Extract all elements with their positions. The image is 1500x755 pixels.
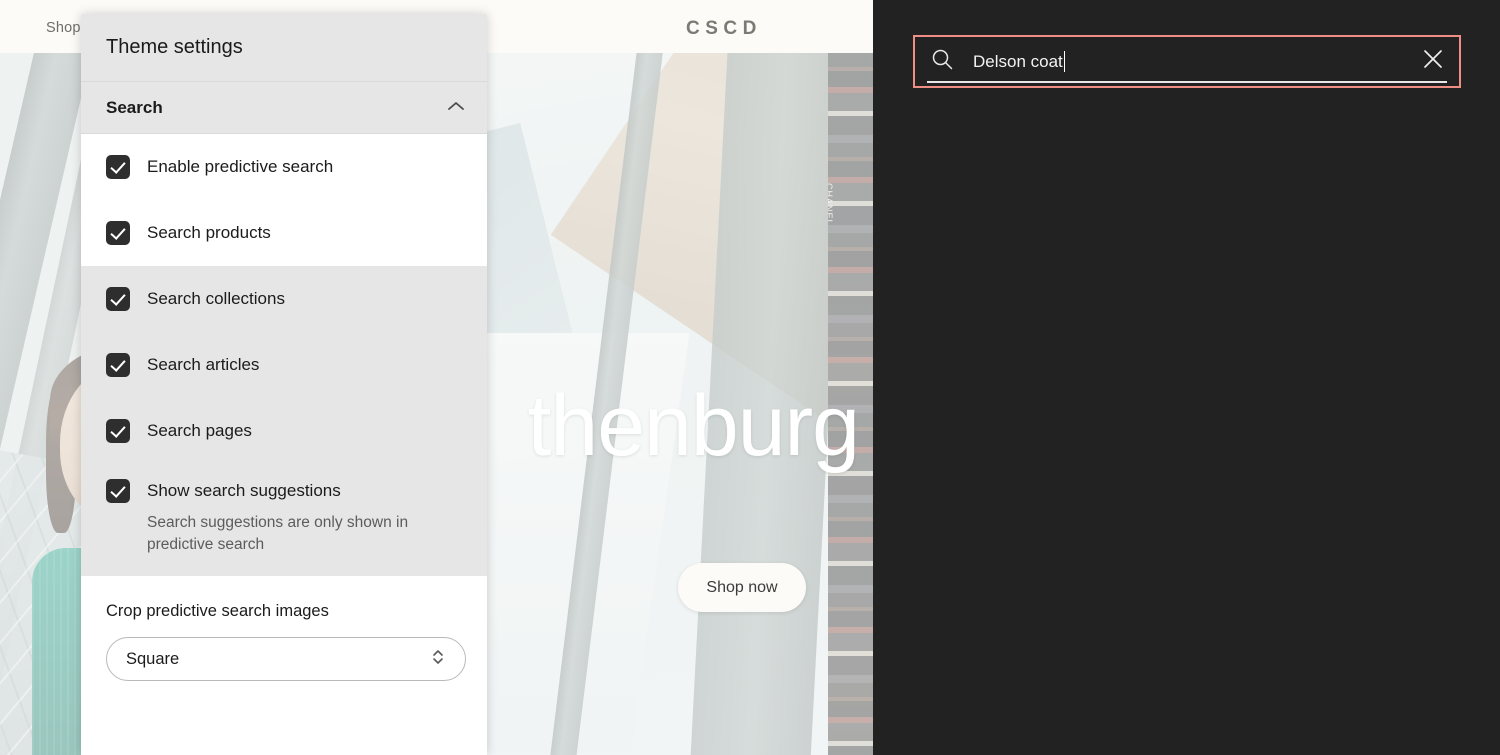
checkbox-row-search-articles[interactable]: Search articles bbox=[81, 332, 487, 398]
checkbox-row-search-collections[interactable]: Search collections bbox=[81, 266, 487, 332]
page-title: Theme settings bbox=[106, 36, 243, 58]
checkbox-row-show-search-suggestions[interactable]: Show search suggestions Search suggestio… bbox=[81, 464, 487, 576]
text-caret bbox=[1063, 51, 1066, 72]
nav-item-shop[interactable]: Shop bbox=[46, 20, 81, 36]
checkbox-enable-predictive-search[interactable] bbox=[106, 155, 130, 179]
close-icon[interactable] bbox=[1421, 47, 1445, 76]
checkbox-search-collections[interactable] bbox=[106, 287, 130, 311]
panel-title-bar: Theme settings bbox=[81, 14, 487, 82]
search-input-value: Delson coat bbox=[973, 51, 1063, 71]
checkbox-label: Search products bbox=[147, 223, 271, 242]
checkbox-row-enable-predictive-search[interactable]: Enable predictive search bbox=[81, 134, 487, 200]
checkbox-body: Show search suggestions Search suggestio… bbox=[147, 464, 452, 556]
search-input[interactable]: Delson coat bbox=[973, 51, 1421, 72]
checkbox-show-search-suggestions[interactable] bbox=[106, 479, 130, 503]
checkbox-label: Search articles bbox=[147, 355, 260, 374]
crop-images-field: Crop predictive search images Square bbox=[81, 576, 487, 681]
search-field[interactable]: Delson coat bbox=[913, 35, 1461, 88]
crop-images-selected-value: Square bbox=[126, 649, 180, 668]
checkbox-search-articles[interactable] bbox=[106, 353, 130, 377]
search-underline bbox=[927, 81, 1447, 83]
crop-images-label: Crop predictive search images bbox=[106, 602, 329, 620]
checkbox-label: Search collections bbox=[147, 289, 285, 308]
chevron-updown-icon[interactable] bbox=[431, 646, 445, 673]
section-header-search[interactable]: Search bbox=[81, 82, 487, 134]
crop-images-select[interactable]: Square bbox=[106, 637, 466, 681]
screen-root: CHANEL thenburg Shop now Shop CSCD Theme… bbox=[0, 0, 1500, 755]
book-spine-label: CHANEL bbox=[828, 183, 834, 226]
option-group-resources: Search collections Search articles Searc… bbox=[81, 266, 487, 576]
checkbox-search-pages[interactable] bbox=[106, 419, 130, 443]
checkbox-label: Search pages bbox=[147, 421, 252, 440]
option-group-primary: Enable predictive search Search products bbox=[81, 134, 487, 266]
shop-now-button[interactable]: Shop now bbox=[678, 563, 806, 612]
checkbox-row-search-products[interactable]: Search products bbox=[81, 200, 487, 266]
chevron-up-icon[interactable] bbox=[447, 99, 465, 117]
brand-logo[interactable]: CSCD bbox=[686, 18, 762, 40]
section-header-label: Search bbox=[106, 97, 163, 117]
checkbox-help-text: Search suggestions are only shown in pre… bbox=[147, 514, 409, 553]
checkbox-search-products[interactable] bbox=[106, 221, 130, 245]
checkbox-row-search-pages[interactable]: Search pages bbox=[81, 398, 487, 464]
predictive-search-drawer: Delson coat bbox=[873, 0, 1500, 755]
checkbox-label: Show search suggestions bbox=[147, 481, 341, 500]
checkbox-label: Enable predictive search bbox=[147, 157, 334, 176]
theme-settings-panel: Theme settings Search Enable predictive … bbox=[81, 14, 487, 755]
search-icon bbox=[931, 48, 954, 76]
